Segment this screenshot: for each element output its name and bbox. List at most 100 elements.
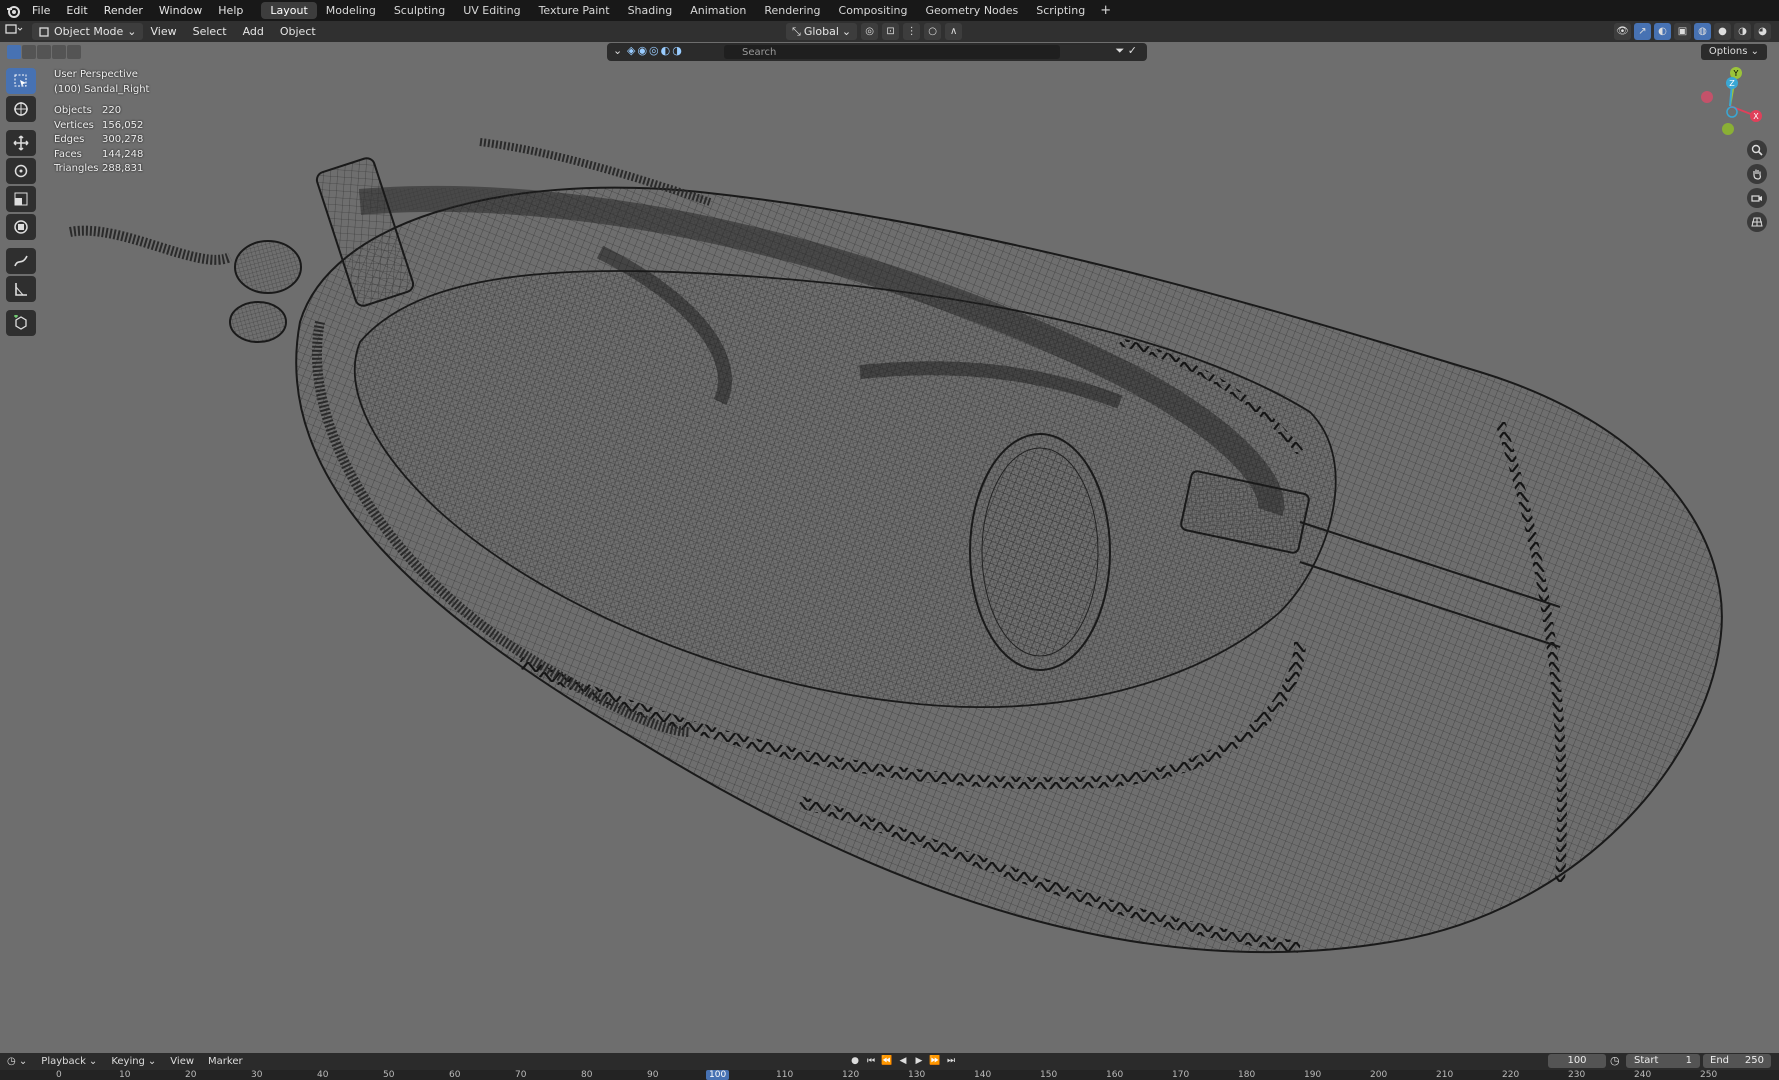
x-axis-label: X	[1753, 112, 1759, 121]
tab-compositing[interactable]: Compositing	[830, 2, 917, 19]
add-cube-tool-icon[interactable]	[6, 310, 36, 336]
solid-shading-icon[interactable]: ●	[1714, 23, 1731, 40]
navigation-gizmo[interactable]: X Y Z	[1695, 66, 1765, 136]
stat-row: Vertices 156,052	[54, 119, 149, 134]
annotate-tool-icon[interactable]	[6, 248, 36, 274]
end-label: End	[1710, 1055, 1730, 1066]
editor-type-icon[interactable]	[0, 23, 28, 40]
measure-tool-icon[interactable]	[6, 276, 36, 302]
pan-hand-icon[interactable]	[1747, 164, 1767, 184]
marker-menu[interactable]: Marker	[201, 1056, 250, 1067]
help-menu[interactable]: Help	[210, 0, 251, 21]
neg-y-axis-icon[interactable]	[1722, 123, 1734, 135]
tab-sculpting[interactable]: Sculpting	[385, 2, 454, 19]
tab-geometry-nodes[interactable]: Geometry Nodes	[916, 2, 1027, 19]
select-menu[interactable]: Select	[185, 23, 235, 40]
zoom-icon[interactable]	[1747, 140, 1767, 160]
filter-icon[interactable]: ⏷ ✓	[1115, 44, 1137, 58]
blender-logo-icon[interactable]	[2, 0, 24, 21]
tab-rendering[interactable]: Rendering	[755, 2, 829, 19]
add-workspace-icon[interactable]: +	[1094, 3, 1117, 18]
scale-tool-icon[interactable]	[6, 186, 36, 212]
timeline-view-menu[interactable]: View	[163, 1056, 201, 1067]
current-frame-field[interactable]: 100	[1548, 1054, 1606, 1068]
jump-start-icon[interactable]: ⏮	[864, 1054, 878, 1068]
proportional-edit-icon[interactable]: ○	[924, 23, 942, 40]
camera-view-icon[interactable]	[1747, 188, 1767, 208]
tab-modeling[interactable]: Modeling	[317, 2, 385, 19]
play-icon[interactable]: ▶	[912, 1054, 926, 1068]
search-input[interactable]	[724, 45, 1060, 59]
visibility-icon[interactable]: 👁	[1614, 23, 1631, 40]
prev-keyframe-icon[interactable]: ⏪	[880, 1054, 894, 1068]
filter-type-icons[interactable]: ◈◉◎◐◑	[627, 44, 684, 57]
stat-label: Objects	[54, 105, 92, 116]
options-button[interactable]: Options ⌄	[1700, 44, 1767, 60]
snap-target-icon[interactable]: ⋮	[903, 23, 921, 40]
rendered-shading-icon[interactable]: ◕	[1754, 23, 1771, 40]
top-bar: File Edit Render Window Help Layout Mode…	[0, 0, 1779, 21]
add-menu[interactable]: Add	[235, 23, 272, 40]
window-menu[interactable]: Window	[151, 0, 210, 21]
viewport-info-overlay: User Perspective (100) Sandal_Right Obje…	[54, 68, 149, 177]
tab-texture-paint[interactable]: Texture Paint	[530, 2, 619, 19]
object-menu[interactable]: Object	[272, 23, 324, 40]
timeline-editor-icon[interactable]: ◷ ⌄	[0, 1056, 34, 1067]
orientation-select[interactable]: ⤡ Global ⌄	[786, 23, 858, 40]
tab-shading[interactable]: Shading	[619, 2, 682, 19]
stat-label: Triangles	[54, 163, 99, 174]
tab-uv-editing[interactable]: UV Editing	[454, 2, 529, 19]
viewport-tool-header: ⌄ ◈◉◎◐◑ ⌕ ⏷ ✓ Options ⌄	[0, 42, 1779, 62]
perspective-toggle-icon[interactable]	[1747, 212, 1767, 232]
view-menu[interactable]: View	[143, 23, 185, 40]
select-new-icon[interactable]	[7, 45, 21, 59]
neg-z-axis-icon[interactable]	[1726, 106, 1738, 118]
material-shading-icon[interactable]: ◑	[1734, 23, 1751, 40]
jump-end-icon[interactable]: ⏭	[944, 1054, 958, 1068]
select-intersect-icon[interactable]	[67, 45, 81, 59]
tab-scripting[interactable]: Scripting	[1027, 2, 1094, 19]
start-frame-field[interactable]: Start 1	[1626, 1054, 1700, 1068]
rotate-tool-icon[interactable]	[6, 158, 36, 184]
end-frame-field[interactable]: End 250	[1703, 1054, 1771, 1068]
select-extend-icon[interactable]	[22, 45, 36, 59]
move-tool-icon[interactable]	[6, 130, 36, 156]
preview-range-icon[interactable]: ◷	[1610, 1054, 1620, 1067]
edit-menu[interactable]: Edit	[58, 0, 95, 21]
snap-icon[interactable]: ⊡	[882, 23, 900, 40]
ruler-tick: 190	[1304, 1070, 1322, 1080]
tab-animation[interactable]: Animation	[681, 2, 755, 19]
next-keyframe-icon[interactable]: ⏩	[928, 1054, 942, 1068]
falloff-icon[interactable]: ∧	[945, 23, 963, 40]
select-box-tool-icon[interactable]	[6, 68, 36, 94]
wireframe-shading-icon[interactable]: ◍	[1694, 23, 1711, 40]
pivot-point-icon[interactable]: ◎	[861, 23, 879, 40]
frame-ruler[interactable]: 0 10 20 30 40 50 60 70 80 90 100 110 120…	[0, 1070, 1779, 1080]
xray-toggle-icon[interactable]: ▣	[1674, 23, 1691, 40]
ruler-tick: 200	[1370, 1070, 1388, 1080]
current-frame-indicator[interactable]: 100	[706, 1070, 730, 1080]
gizmo-toggle-icon[interactable]: ↗	[1634, 23, 1651, 40]
neg-x-axis-icon[interactable]	[1701, 91, 1713, 103]
cursor-tool-icon[interactable]	[6, 96, 36, 122]
select-subtract-icon[interactable]	[37, 45, 51, 59]
playback-label: Playback	[41, 1055, 86, 1067]
chevron-down-icon[interactable]: ⌄	[613, 44, 622, 57]
3d-viewport[interactable]: ⌄ ◈◉◎◐◑ ⌕ ⏷ ✓ Options ⌄	[0, 42, 1779, 1053]
mode-select[interactable]: Object Mode ⌄	[32, 23, 143, 40]
stat-value: 288,831	[102, 163, 144, 174]
stat-row: Triangles 288,831	[54, 162, 149, 177]
playback-menu[interactable]: Playback ⌄	[34, 1056, 104, 1067]
orientation-icon: ⤡	[792, 25, 801, 38]
render-menu[interactable]: Render	[96, 0, 151, 21]
ruler-tick: 220	[1502, 1070, 1520, 1080]
tab-layout[interactable]: Layout	[261, 2, 317, 19]
select-invert-icon[interactable]	[52, 45, 66, 59]
transform-tool-icon[interactable]	[6, 214, 36, 240]
sandal-mesh-wireframe[interactable]	[0, 42, 1779, 1053]
record-icon[interactable]: ●	[848, 1054, 862, 1068]
file-menu[interactable]: File	[24, 0, 58, 21]
overlays-toggle-icon[interactable]: ◐	[1654, 23, 1671, 40]
keying-menu[interactable]: Keying ⌄	[104, 1056, 163, 1067]
play-reverse-icon[interactable]: ◀	[896, 1054, 910, 1068]
